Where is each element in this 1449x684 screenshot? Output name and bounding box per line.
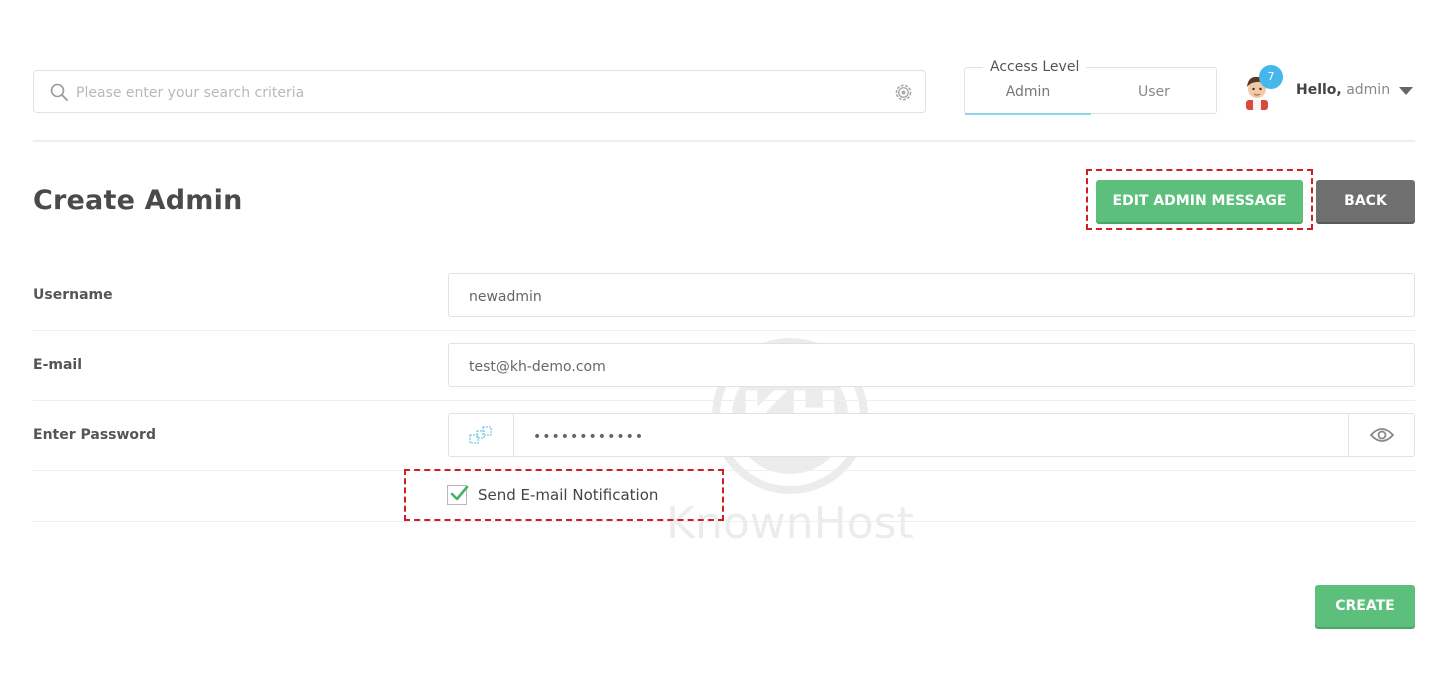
toggle-password-visibility-button[interactable]	[1348, 414, 1414, 456]
password-input[interactable]	[531, 424, 1335, 450]
username-field[interactable]	[448, 273, 1415, 317]
header-divider	[33, 140, 1415, 142]
gear-icon[interactable]	[894, 83, 913, 102]
password-label: Enter Password	[33, 427, 156, 443]
checkmark-icon	[450, 485, 469, 501]
row-divider	[33, 330, 1415, 331]
greeting-text: Hello,	[1296, 82, 1342, 98]
chevron-down-icon[interactable]	[1398, 86, 1414, 96]
search-bar[interactable]	[33, 70, 926, 113]
generate-password-icon	[469, 426, 492, 444]
username-label: Username	[33, 287, 113, 303]
access-level-switch: Access Level Admin User	[964, 59, 1217, 115]
access-level-title: Access Level	[983, 59, 1087, 75]
send-email-notification-checkbox[interactable]	[447, 485, 469, 505]
email-label: E-mail	[33, 357, 83, 373]
email-field[interactable]	[448, 343, 1415, 387]
eye-icon	[1370, 428, 1394, 442]
email-input[interactable]	[467, 354, 1371, 380]
send-email-notification-label[interactable]: Send E-mail Notification	[478, 486, 658, 504]
user-greeting[interactable]: Hello, admin	[1296, 82, 1390, 98]
edit-admin-message-button[interactable]: EDIT ADMIN MESSAGE	[1096, 180, 1303, 222]
row-divider	[33, 470, 1415, 471]
create-button[interactable]: CREATE	[1315, 585, 1415, 627]
search-input[interactable]	[74, 80, 878, 106]
row-divider	[33, 521, 1415, 522]
username-input[interactable]	[467, 284, 1371, 310]
tab-user[interactable]: User	[1091, 82, 1217, 113]
search-icon	[50, 83, 68, 101]
page-title: Create Admin	[33, 185, 243, 216]
notification-badge[interactable]: 7	[1259, 65, 1283, 89]
tab-admin[interactable]: Admin	[965, 82, 1091, 115]
row-divider	[33, 400, 1415, 401]
username-text: admin	[1346, 82, 1391, 98]
password-field[interactable]	[448, 413, 1415, 457]
generate-password-button[interactable]	[449, 414, 514, 456]
back-button[interactable]: BACK	[1316, 180, 1415, 222]
